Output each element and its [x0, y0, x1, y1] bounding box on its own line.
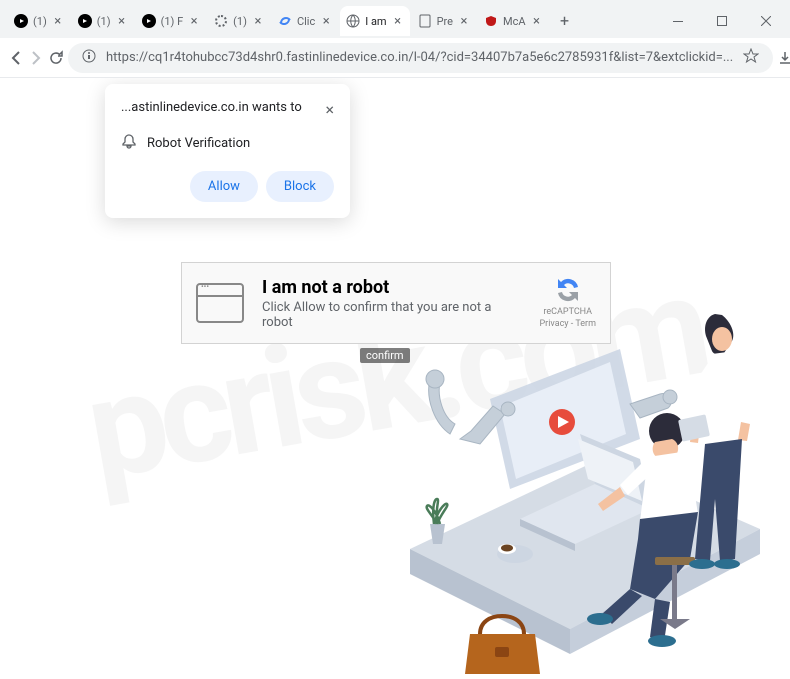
browser-titlebar: (1) × (1) × (1) F × (1) × Clic × I am × — [0, 0, 790, 38]
tab-title: (1) F — [161, 15, 184, 28]
tab-title: Pre — [437, 15, 453, 28]
tab-5[interactable]: Clic × — [272, 6, 338, 36]
notification-domain: ...astinlinedevice.co.in wants to — [121, 100, 302, 115]
tab-1[interactable]: (1) × — [8, 6, 70, 36]
close-icon[interactable]: × — [458, 15, 470, 27]
site-info-icon[interactable] — [82, 48, 96, 67]
youtube-icon — [142, 14, 156, 28]
new-tab-button[interactable]: + — [551, 6, 579, 34]
tab-6-active[interactable]: I am × — [340, 6, 409, 36]
tab-2[interactable]: (1) × — [72, 6, 134, 36]
bell-icon — [121, 133, 137, 153]
close-icon[interactable]: × — [392, 15, 404, 27]
captcha-subtitle: Click Allow to confirm that you are not … — [262, 300, 521, 330]
tab-title: I am — [365, 15, 386, 28]
tab-strip: (1) × (1) × (1) F × (1) × Clic × I am × — [8, 6, 656, 36]
maximize-button[interactable] — [700, 6, 744, 36]
window-icon — [196, 283, 244, 323]
captcha-box: I am not a robot Click Allow to confirm … — [181, 262, 611, 344]
page-content: pcrisk.com — [0, 78, 790, 679]
block-button[interactable]: Block — [266, 171, 334, 202]
allow-button[interactable]: Allow — [190, 171, 258, 202]
captcha-title: I am not a robot — [262, 277, 521, 298]
recaptcha-icon — [278, 14, 292, 28]
recaptcha-badge: reCAPTCHA Privacy - Term — [539, 275, 596, 330]
tab-4[interactable]: (1) × — [208, 6, 270, 36]
confirm-label: confirm — [360, 348, 410, 363]
window-controls — [656, 6, 788, 36]
close-icon[interactable]: × — [325, 100, 334, 119]
close-window-button[interactable] — [744, 6, 788, 36]
page-icon — [418, 14, 432, 28]
recaptcha-label: reCAPTCHA — [539, 307, 596, 319]
close-icon[interactable]: × — [531, 15, 543, 27]
tab-title: McA — [503, 15, 526, 28]
close-icon[interactable]: × — [320, 15, 332, 27]
tab-title: Clic — [297, 15, 315, 28]
tab-title: (1) — [33, 15, 47, 28]
close-icon[interactable]: × — [252, 15, 264, 27]
tab-title: (1) — [97, 15, 111, 28]
tab-title: (1) — [233, 15, 247, 28]
browser-toolbar: https://cq1r4tohubcc73d4shr0.fastinlined… — [0, 38, 790, 78]
minimize-button[interactable] — [656, 6, 700, 36]
tab-3[interactable]: (1) F × — [136, 6, 207, 36]
tab-7[interactable]: Pre × — [412, 6, 476, 36]
recaptcha-sublabel: Privacy - Term — [539, 319, 596, 331]
downloads-button[interactable] — [777, 42, 790, 74]
close-icon[interactable]: × — [188, 15, 200, 27]
address-bar[interactable]: https://cq1r4tohubcc73d4shr0.fastinlined… — [68, 43, 773, 73]
forward-button[interactable] — [28, 42, 44, 74]
tab-8[interactable]: McA × — [478, 6, 549, 36]
notification-prompt: ...astinlinedevice.co.in wants to × Robo… — [105, 84, 350, 218]
close-icon[interactable]: × — [116, 15, 128, 27]
youtube-icon — [14, 14, 28, 28]
mcafee-icon — [484, 14, 498, 28]
loading-icon — [214, 14, 228, 28]
url-text: https://cq1r4tohubcc73d4shr0.fastinlined… — [106, 50, 733, 65]
back-button[interactable] — [8, 42, 24, 74]
reload-button[interactable] — [48, 42, 64, 74]
recaptcha-icon — [553, 275, 583, 305]
close-icon[interactable]: × — [52, 15, 64, 27]
bookmark-icon[interactable] — [743, 48, 759, 68]
globe-icon — [346, 14, 360, 28]
youtube-icon — [78, 14, 92, 28]
captcha-text: I am not a robot Click Allow to confirm … — [262, 277, 521, 330]
notification-text: Robot Verification — [147, 136, 250, 151]
